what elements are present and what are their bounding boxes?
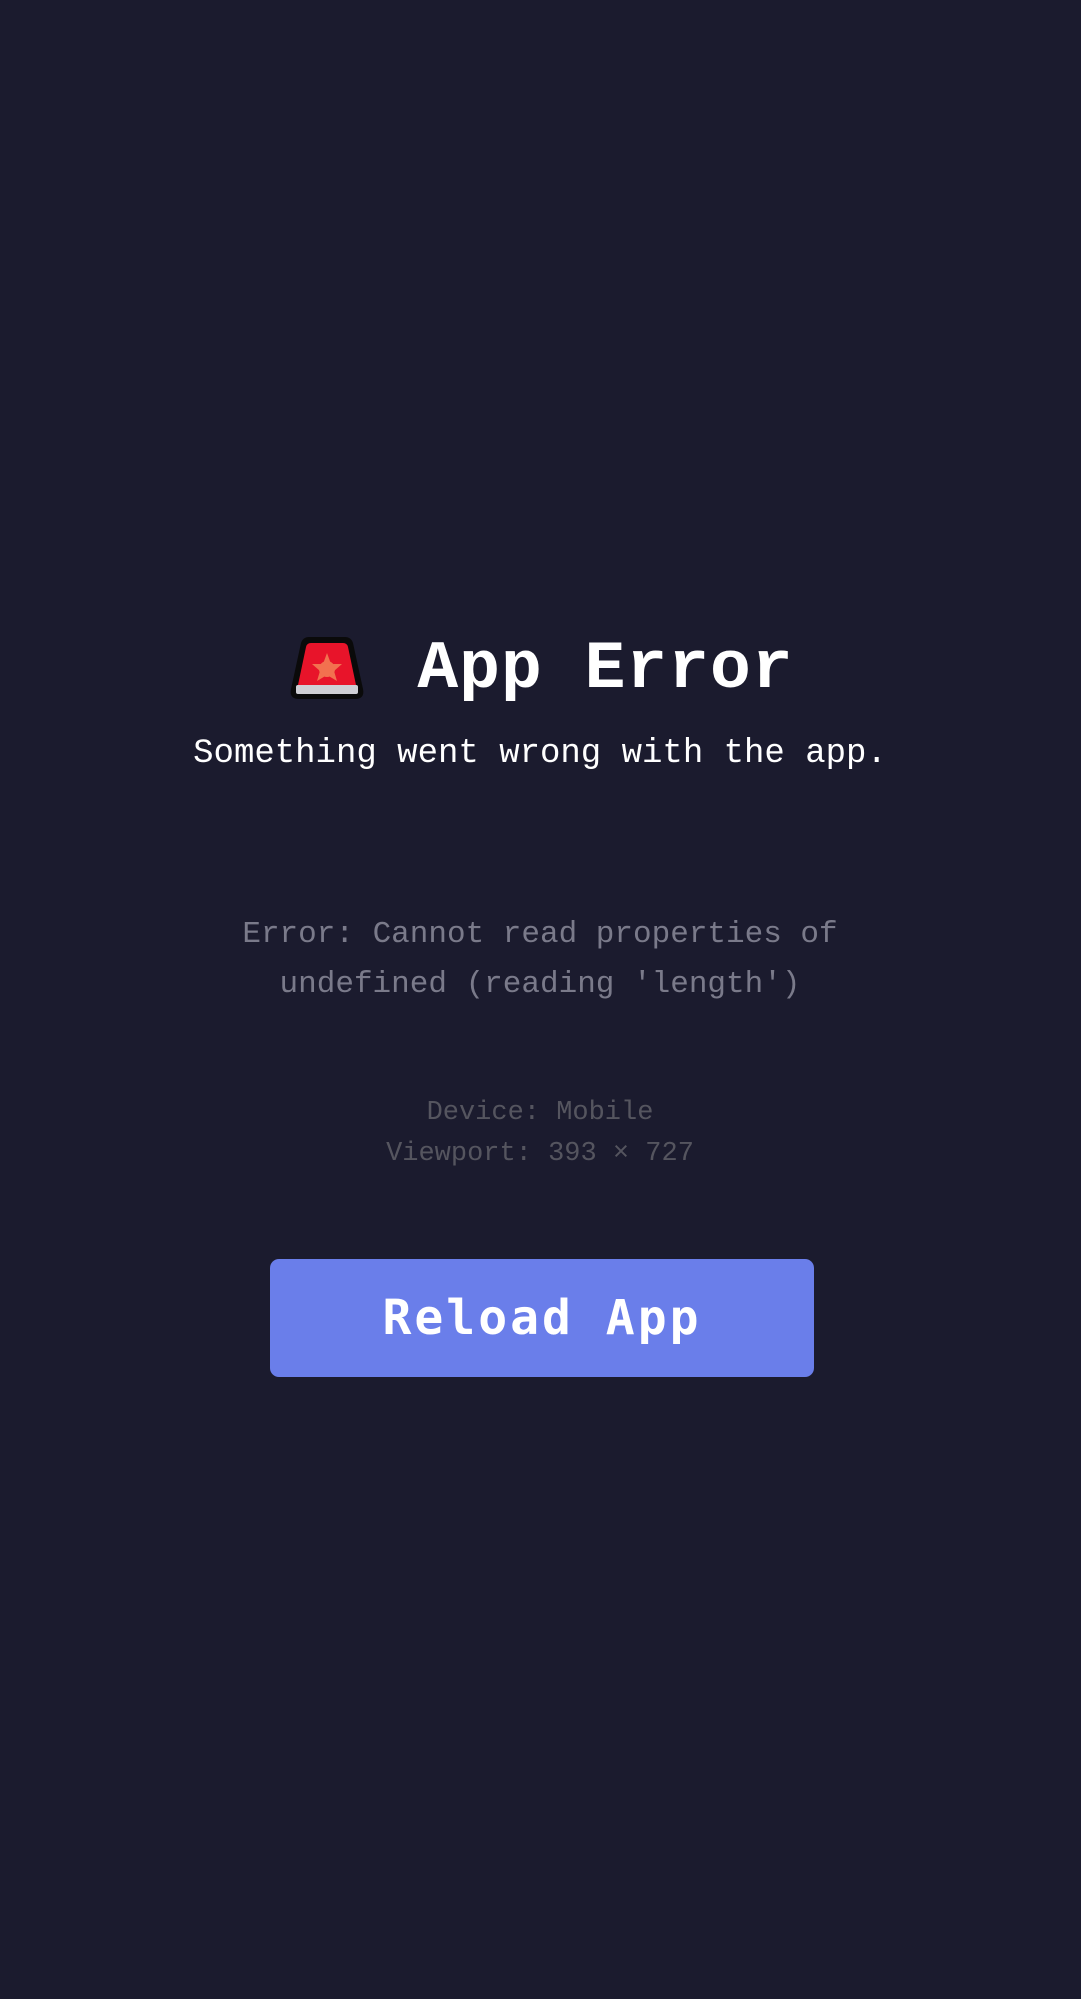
page-title: App Error [417, 631, 794, 708]
viewport-size-text: Viewport: 393 × 727 [386, 1139, 694, 1169]
device-type-text: Device: Mobile [426, 1098, 654, 1128]
title-row: App Error [0, 628, 1081, 712]
error-message: Error: Cannot read properties of undefin… [242, 917, 838, 1002]
police-siren-icon [287, 633, 367, 703]
reload-app-button[interactable]: Reload App [270, 1259, 814, 1377]
device-info: Device: Mobile Viewport: 393 × 727 [240, 1093, 840, 1175]
error-subtitle: Something went wrong with the app. [193, 735, 887, 773]
error-screen: App Error Something went wrong with the … [0, 0, 1081, 1999]
